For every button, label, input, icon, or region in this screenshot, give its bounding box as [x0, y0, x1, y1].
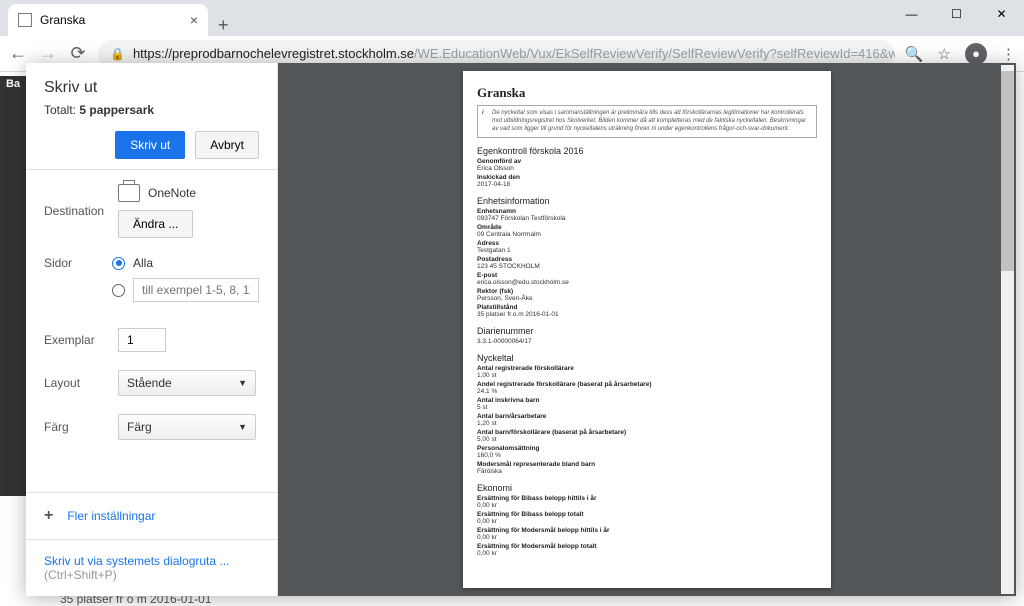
print-dialog: Skriv ut Totalt: 5 pappersark Skriv ut A… [26, 63, 1016, 596]
tab-title: Granska [40, 13, 85, 27]
print-settings-panel: Skriv ut Totalt: 5 pappersark Skriv ut A… [26, 63, 278, 596]
color-select[interactable]: Färg▼ [118, 414, 256, 440]
layout-select[interactable]: Stående▼ [118, 370, 256, 396]
section-nyckeltal: Nyckeltal [477, 353, 817, 363]
new-tab-button[interactable]: + [208, 15, 239, 36]
destination-value: OneNote [148, 186, 196, 200]
url-text: https://preprodbarnochelevregistret.stoc… [133, 46, 895, 61]
color-label: Färg [44, 420, 118, 434]
pages-all-label: Alla [133, 256, 153, 270]
printer-icon [118, 184, 140, 202]
section-ekonomi: Ekonomi [477, 483, 817, 493]
preview-scrollbar[interactable] [1001, 65, 1014, 594]
print-total: Totalt: 5 pappersark [44, 103, 259, 117]
pages-all-radio[interactable] [112, 257, 125, 270]
preview-infobox: De nyckeltal som visas i sammanställning… [477, 105, 817, 138]
change-destination-button[interactable]: Ändra ... [118, 210, 193, 238]
reload-button[interactable]: ⟳ [68, 43, 88, 64]
preview-heading: Granska [477, 85, 817, 101]
window-maximize[interactable]: ☐ [934, 0, 979, 28]
print-dialog-title: Skriv ut [44, 79, 259, 97]
preview-page: Granska De nyckeltal som visas i sammans… [463, 71, 831, 588]
system-dialog-link[interactable]: Skriv ut via systemets dialogruta ... (C… [26, 540, 277, 596]
profile-avatar[interactable]: ● [965, 43, 987, 65]
lock-icon: 🔒 [110, 47, 125, 61]
pages-label: Sidor [44, 256, 112, 270]
window-minimize[interactable]: — [889, 0, 934, 28]
cancel-button[interactable]: Avbryt [195, 131, 259, 159]
back-button[interactable]: ← [8, 43, 28, 64]
pages-custom-radio[interactable] [112, 284, 125, 297]
section-enhet: Enhetsinformation [477, 196, 817, 206]
tab-bar: Granska × + [0, 0, 1024, 36]
browser-tab[interactable]: Granska × [8, 4, 208, 36]
bg-logo-text: Ba [6, 78, 20, 90]
browser-menu-icon[interactable]: ⋮ [1001, 45, 1016, 63]
pages-custom-input[interactable] [133, 278, 259, 302]
search-icon[interactable]: 🔍 [905, 45, 924, 63]
print-button[interactable]: Skriv ut [115, 131, 185, 159]
destination-label: Destination [44, 204, 118, 218]
plus-icon: + [44, 507, 53, 525]
layout-label: Layout [44, 376, 118, 390]
copies-input[interactable] [118, 328, 166, 352]
chevron-down-icon: ▼ [238, 378, 247, 388]
bookmark-star-icon[interactable]: ☆ [938, 45, 951, 63]
copies-label: Exemplar [44, 333, 118, 347]
more-settings-toggle[interactable]: + Fler inställningar [26, 493, 277, 540]
print-preview-area: Granska De nyckeltal som visas i sammans… [278, 63, 1016, 596]
section-egenkontroll: Egenkontroll förskola 2016 [477, 146, 817, 156]
page-icon [18, 13, 32, 27]
window-close[interactable]: ✕ [979, 0, 1024, 28]
section-diarie: Diarienummer [477, 326, 817, 336]
scrollbar-thumb[interactable] [1001, 71, 1014, 271]
forward-button[interactable]: → [38, 43, 58, 64]
chevron-down-icon: ▼ [238, 422, 247, 432]
tab-close-icon[interactable]: × [190, 12, 198, 28]
